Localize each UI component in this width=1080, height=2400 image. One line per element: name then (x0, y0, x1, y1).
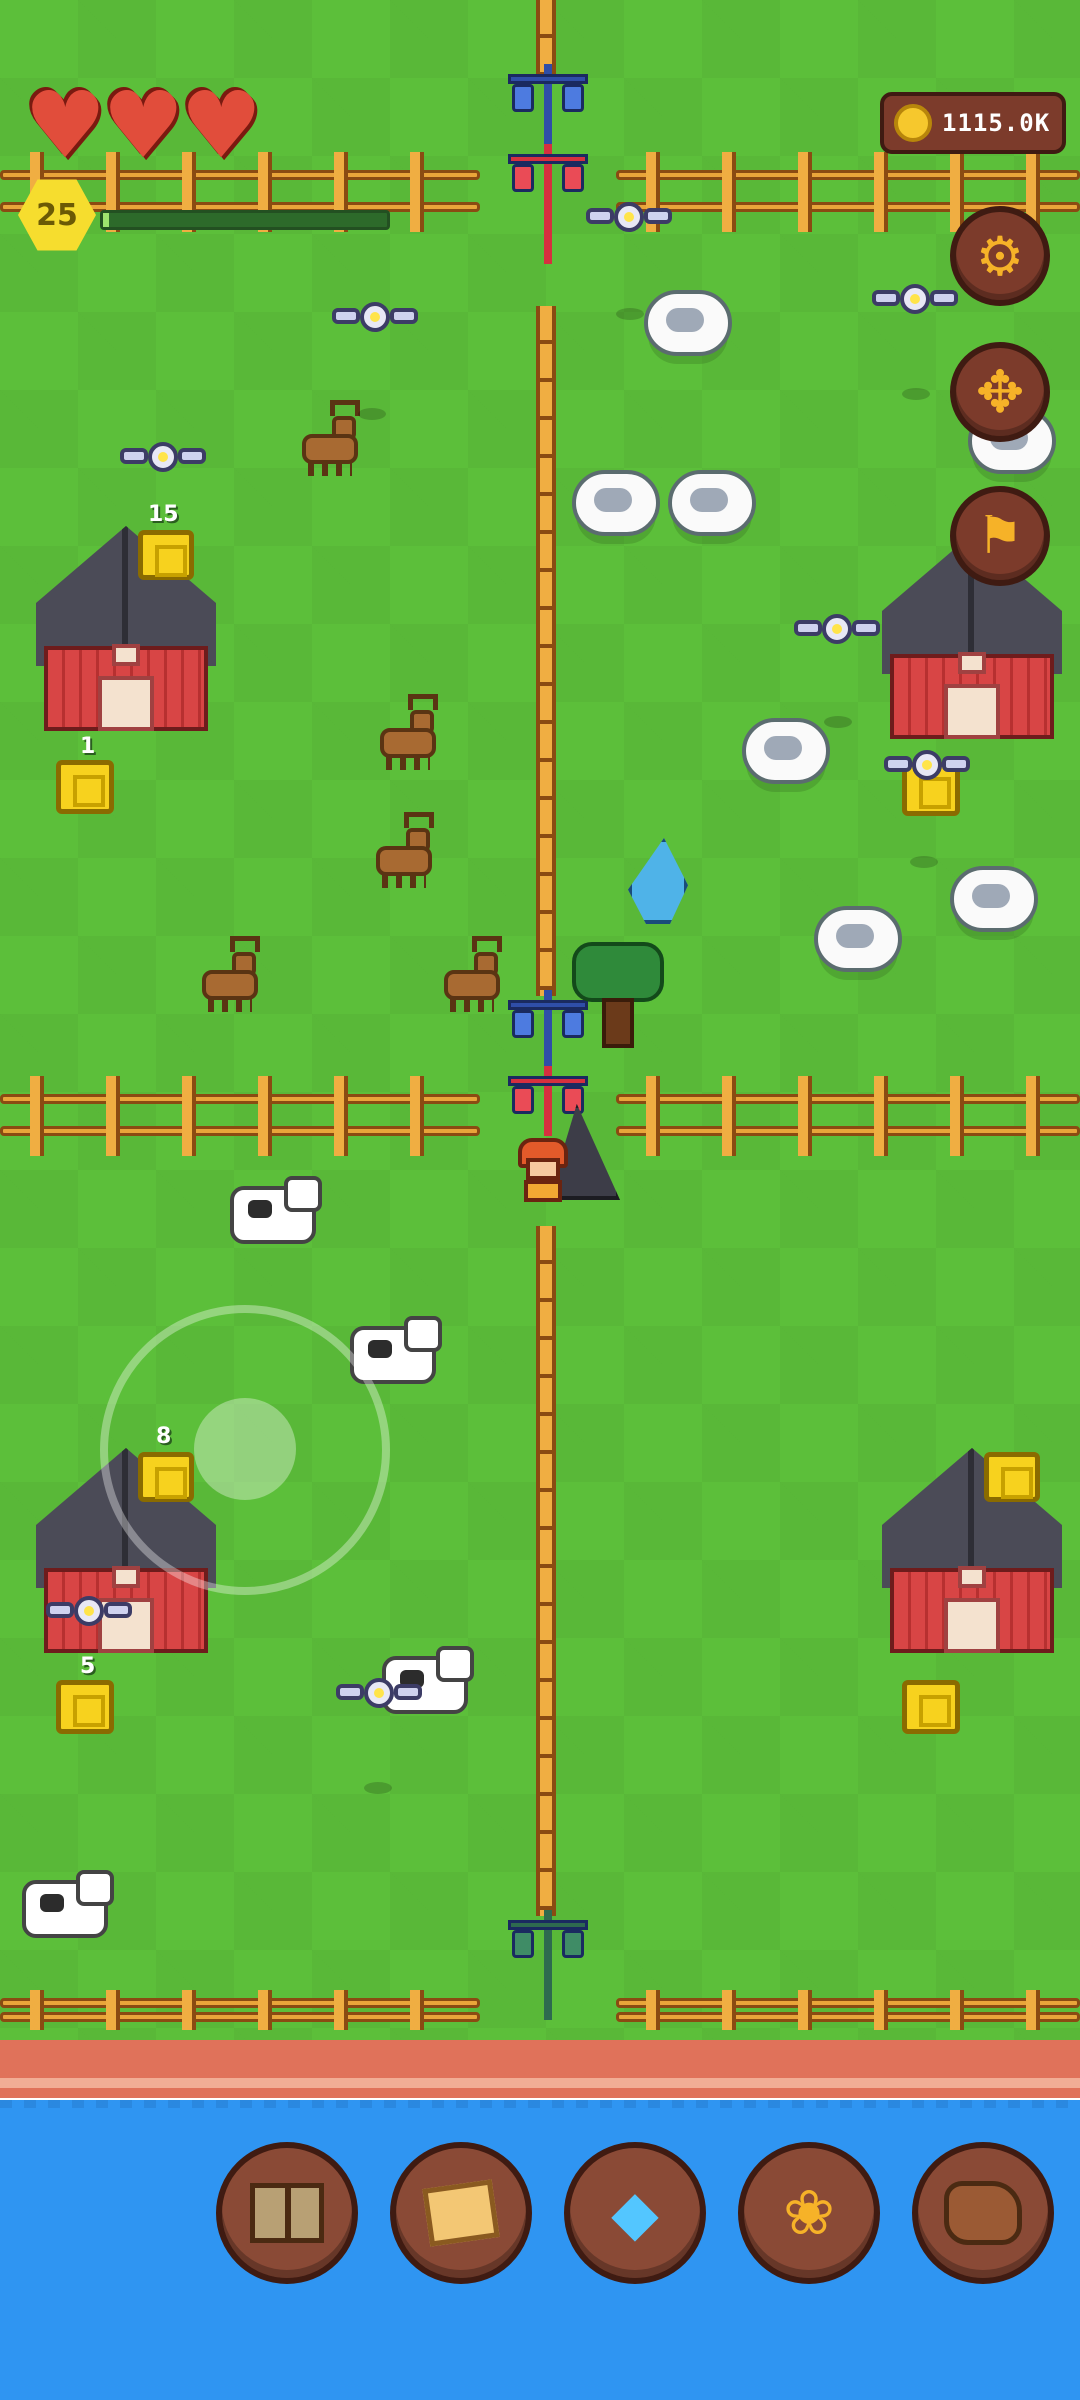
xp-progress-bar (100, 210, 390, 230)
barn-bottom-left-crate[interactable] (56, 1680, 114, 1734)
barn-top-left-crate[interactable] (56, 760, 114, 814)
tree-pet[interactable] (572, 942, 664, 1050)
drone-collector[interactable] (882, 744, 972, 788)
sheep[interactable] (742, 718, 830, 784)
cow[interactable] (230, 1176, 322, 1244)
fence-vertical-lower (536, 1226, 556, 1916)
cow[interactable] (22, 1870, 114, 1938)
bottom-toolbar: ◆ ❀ (216, 2142, 1056, 2284)
deer[interactable] (376, 694, 440, 770)
shadow (364, 1782, 392, 1794)
book-icon (250, 2183, 324, 2243)
book-button[interactable] (216, 2142, 358, 2284)
leather-button[interactable] (912, 2142, 1054, 2284)
barn-top-left-roof-crate[interactable] (138, 530, 194, 580)
sheep[interactable] (814, 906, 902, 972)
settings-button[interactable]: ⚙ (950, 206, 1050, 306)
drone-collector[interactable] (870, 278, 960, 322)
fence-bottom-left (0, 1990, 480, 2030)
barn-top-left-count: 15 (148, 502, 179, 527)
shadow (358, 408, 386, 420)
shadow (902, 388, 930, 400)
sheep[interactable] (668, 470, 756, 536)
sheep[interactable] (572, 470, 660, 536)
flag-button[interactable]: ⚑ (950, 486, 1050, 586)
coin-amount: 1115.0K (942, 109, 1051, 137)
heart-icon (180, 80, 262, 172)
xp-progress-fill (103, 213, 109, 227)
barn-top-left-crate-count: 1 (80, 734, 96, 759)
shadow (910, 856, 938, 868)
shadow (824, 716, 852, 728)
shadow (616, 308, 644, 320)
farm-world[interactable]: 15 1 8 5 (0, 0, 1080, 2060)
heart-icon (102, 80, 184, 172)
crystal-pet[interactable] (628, 838, 688, 924)
lamp-post-blue-top (508, 64, 588, 144)
move-button[interactable]: ✥ (950, 342, 1050, 442)
player-character[interactable] (518, 1138, 568, 1202)
drone-collector[interactable] (792, 608, 882, 652)
map-button[interactable] (390, 2142, 532, 2284)
fence-middle-right (616, 1076, 1080, 1156)
fence-vertical-upper (536, 306, 556, 996)
drone-collector[interactable] (334, 1672, 424, 1716)
gold-coin-icon (894, 104, 932, 142)
deer[interactable] (298, 400, 362, 476)
barn-bottom-right-crate[interactable] (902, 1680, 960, 1734)
paw-icon: ❀ (783, 2176, 835, 2249)
deer[interactable] (372, 812, 436, 888)
deer[interactable] (198, 936, 262, 1012)
sheep[interactable] (644, 290, 732, 356)
leather-hide-icon (944, 2181, 1022, 2245)
lamp-post-green-bottom (508, 1910, 588, 2020)
drone-collector[interactable] (584, 196, 674, 240)
sheep[interactable] (950, 866, 1038, 932)
deer[interactable] (440, 936, 504, 1012)
joystick-thumb[interactable] (194, 1398, 296, 1500)
shop-button[interactable]: ◆ (564, 2142, 706, 2284)
move-arrows-icon: ✥ (975, 358, 1025, 426)
coin-counter[interactable]: 1115.0K (880, 92, 1066, 154)
drone-collector[interactable] (118, 436, 208, 480)
flag-icon: ⚑ (976, 506, 1024, 566)
pets-button[interactable]: ❀ (738, 2142, 880, 2284)
barn-bottom-left-crate-count: 5 (80, 1654, 96, 1679)
fence-bottom-right (616, 1990, 1080, 2030)
fence-middle-left (0, 1076, 480, 1156)
lamp-post-red-top (508, 144, 588, 264)
drone-collector[interactable] (44, 1590, 134, 1634)
drone-collector[interactable] (330, 296, 420, 340)
gem-and-coin-icon: ◆ (611, 2176, 659, 2249)
barn-bottom-right-roof-crate[interactable] (984, 1452, 1040, 1502)
heart-icon (24, 80, 106, 172)
treasure-map-icon (422, 2179, 500, 2247)
gear-icon: ⚙ (975, 224, 1025, 288)
